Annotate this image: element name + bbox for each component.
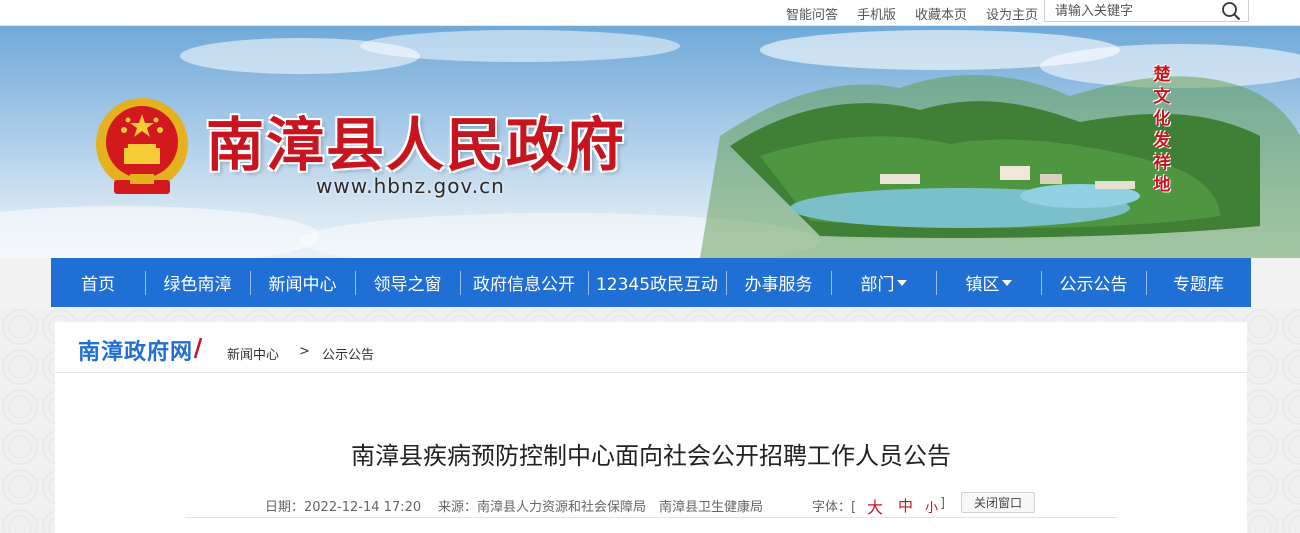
nav-item-gov-info[interactable]: 政府信息公开: [460, 258, 588, 307]
search-input[interactable]: [1055, 1, 1215, 22]
article-source: 来源：南漳县人力资源和社会保障局 南漳县卫生健康局: [438, 500, 764, 515]
breadcrumb-notices[interactable]: 公示公告: [322, 344, 374, 363]
nav-item-news-center[interactable]: 新闻中心: [250, 258, 355, 307]
breadcrumb-separator: >: [299, 344, 310, 359]
top-links: 智能问答 手机版 收藏本页 设为主页: [767, 0, 1038, 26]
content-panel: 南漳政府网 新闻中心 > 公示公告 南漳县疾病预防控制中心面向社会公开招聘工作人…: [55, 322, 1247, 533]
close-window-button[interactable]: 关闭窗口: [961, 492, 1035, 513]
nav-item-leaders[interactable]: 领导之窗: [355, 258, 460, 307]
slogan-char: 地: [1153, 175, 1171, 195]
header-banner: 南漳县人民政府 www.hbnz.gov.cn 楚 文 化 发 祥 地: [0, 26, 1300, 258]
nav-item-topics[interactable]: 专题库: [1146, 258, 1251, 307]
slogan-char: 发: [1153, 131, 1171, 151]
caret-down-icon: [1001, 279, 1012, 286]
national-emblem-icon: [96, 98, 188, 194]
slogan-char: 祥: [1153, 153, 1171, 173]
nav-item-green-nanzhang[interactable]: 绿色南漳: [145, 258, 250, 307]
article-title: 南漳县疾病预防控制中心面向社会公开招聘工作人员公告: [351, 442, 951, 470]
link-set-homepage[interactable]: 设为主页: [986, 4, 1038, 23]
font-size-medium[interactable]: 中: [898, 495, 913, 516]
nav-item-departments[interactable]: 部门: [831, 258, 936, 307]
article-date: 日期：2022-12-14 17:20: [265, 500, 422, 515]
slogan-vertical: 楚 文 化 发 祥 地: [1150, 64, 1174, 196]
font-size-bracket: ]: [940, 496, 946, 511]
font-size-small[interactable]: 小: [925, 497, 938, 516]
breadcrumb-news-center[interactable]: 新闻中心: [227, 344, 279, 363]
font-size-label: 字体：[: [812, 500, 857, 515]
site-title: 南漳县人民政府: [206, 111, 627, 179]
link-bookmark[interactable]: 收藏本页: [915, 4, 967, 23]
site-url: www.hbnz.gov.cn: [316, 174, 505, 198]
nav-item-home[interactable]: 首页: [51, 258, 145, 307]
search-icon[interactable]: [1220, 0, 1242, 22]
caret-down-icon: [896, 279, 907, 286]
article-meta: 日期：2022-12-14 17:20 来源：南漳县人力资源和社会保障局 南漳县…: [185, 492, 1117, 518]
slogan-char: 文: [1153, 87, 1171, 107]
nav-item-notices[interactable]: 公示公告: [1041, 258, 1146, 307]
search-box: [1044, 0, 1249, 22]
brand-slash-icon: [193, 337, 203, 359]
breadcrumb: 南漳政府网 新闻中心 > 公示公告: [55, 322, 1247, 373]
font-size-large[interactable]: 大: [867, 494, 883, 518]
slogan-char: 楚: [1153, 65, 1171, 85]
link-mobile[interactable]: 手机版: [857, 4, 896, 23]
nav-item-towns[interactable]: 镇区: [936, 258, 1041, 307]
main-nav: 首页 绿色南漳 新闻中心 领导之窗 政府信息公开 12345政民互动 办事服务 …: [51, 258, 1251, 307]
landscape-image: [700, 74, 1300, 258]
site-brand[interactable]: 南漳政府网: [78, 334, 193, 366]
nav-item-12345[interactable]: 12345政民互动: [588, 258, 726, 307]
top-utility-bar: 智能问答 手机版 收藏本页 设为主页: [0, 0, 1300, 26]
nav-item-services[interactable]: 办事服务: [726, 258, 831, 307]
link-smart-qa[interactable]: 智能问答: [786, 4, 838, 23]
slogan-char: 化: [1153, 109, 1171, 129]
